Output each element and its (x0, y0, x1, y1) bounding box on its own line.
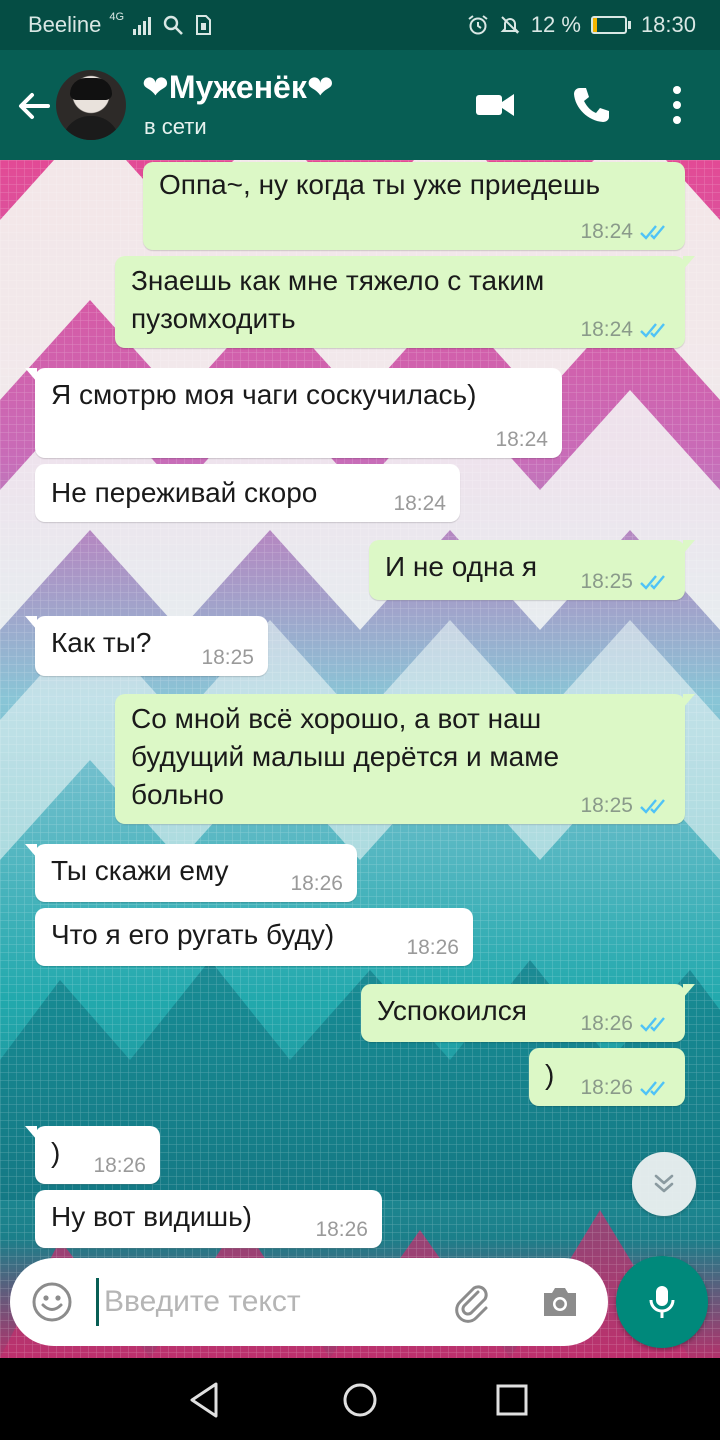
message-time: 18:26 (93, 1154, 146, 1177)
message-time: 18:24 (495, 428, 548, 451)
message-time: 18:26 (580, 1012, 633, 1035)
read-ticks-icon (640, 575, 665, 590)
contact-status: в сети (144, 114, 207, 139)
system-nav-bar (0, 1358, 720, 1440)
search-icon (163, 15, 183, 35)
message-bubble-outgoing[interactable]: И не одна я 18:25 (369, 540, 695, 600)
message-bubble-incoming[interactable]: Я смотрю моя чаги соскучилась) 18:24 (25, 368, 562, 458)
mic-icon (649, 1286, 675, 1318)
message-time: 18:26 (406, 936, 459, 959)
voice-message-button[interactable] (616, 1256, 708, 1348)
avatar[interactable] (56, 70, 126, 140)
message-text: Оппа~, ну когда ты уже приедешь (159, 169, 601, 200)
mute-icon (500, 16, 520, 34)
read-ticks-icon (640, 323, 665, 338)
chevron-double-down-icon (654, 1174, 674, 1193)
message-text: Со мной всё хорошо, а вот наш (131, 703, 542, 734)
message-bubble-outgoing[interactable]: ) 18:26 (529, 1048, 685, 1106)
nav-recent-icon[interactable] (490, 1378, 534, 1422)
message-bubble-outgoing[interactable]: Знаешь как мне тяжело с таким пузомходит… (115, 256, 695, 348)
message-text: пузомходить (131, 303, 296, 334)
signal-icon (133, 17, 152, 35)
read-ticks-icon (640, 1017, 665, 1032)
phone-icon[interactable] (566, 80, 616, 130)
camera-icon[interactable] (538, 1280, 582, 1324)
attach-icon[interactable] (450, 1280, 494, 1324)
status-bar: Beeline 4G 12 % 18:30 (0, 0, 720, 50)
message-time: 18:26 (315, 1218, 368, 1241)
video-call-icon[interactable] (470, 80, 520, 130)
scroll-to-bottom-button[interactable] (632, 1152, 696, 1216)
message-time: 18:25 (580, 794, 633, 817)
read-ticks-icon (640, 225, 665, 240)
message-text: Я смотрю моя чаги соскучилась) (51, 379, 477, 410)
message-bubble-outgoing[interactable]: Успокоился 18:26 (361, 984, 695, 1042)
message-text: больно (131, 779, 224, 810)
read-ticks-icon (640, 799, 665, 814)
message-bubble-incoming[interactable]: Ну вот видишь) 18:26 (35, 1190, 382, 1248)
back-arrow-icon[interactable] (12, 84, 56, 128)
battery-percent: 12 % (530, 12, 581, 37)
emoji-icon[interactable] (30, 1280, 74, 1324)
message-time: 18:24 (580, 318, 633, 341)
battery-icon (590, 16, 631, 34)
more-vertical-icon[interactable] (652, 80, 702, 130)
sim-icon (196, 15, 212, 35)
message-text: Ну вот видишь) (51, 1201, 252, 1232)
message-bubble-incoming[interactable]: Как ты? 18:25 (25, 616, 268, 676)
message-text: Ты скажи ему (51, 855, 229, 886)
message-bubble-incoming[interactable]: ) 18:26 (25, 1126, 160, 1184)
status-time: 18:30 (640, 12, 696, 37)
message-text: Не переживай скоро (51, 477, 318, 508)
read-ticks-icon (640, 1081, 665, 1096)
message-time: 18:25 (580, 570, 633, 593)
message-text: ) (545, 1059, 555, 1090)
text-cursor (96, 1278, 99, 1326)
alarm-icon (468, 15, 488, 35)
nav-home-icon[interactable] (338, 1378, 382, 1422)
nav-back-icon[interactable] (184, 1378, 228, 1422)
message-bubble-incoming[interactable]: Ты скажи ему 18:26 (25, 844, 357, 902)
message-text: Что я его ругать буду) (51, 919, 335, 950)
contact-name[interactable]: ❤Муженёк❤ (142, 68, 334, 106)
message-text: ) (51, 1137, 61, 1168)
message-time: 18:24 (580, 220, 633, 243)
message-text: И не одна я (385, 551, 537, 582)
message-bubble-outgoing[interactable]: Со мной всё хорошо, а вот наш будущий ма… (115, 694, 695, 824)
message-time: 18:25 (201, 646, 254, 669)
message-text: будущий малыш дерётся и маме (131, 741, 560, 772)
message-text: Знаешь как мне тяжело с таким (131, 265, 545, 296)
message-time: 18:26 (290, 872, 343, 895)
carrier-label: Beeline (28, 12, 102, 37)
message-bubble-outgoing[interactable]: Оппа~, ну когда ты уже приедешь 18:24 (143, 162, 685, 250)
message-text: Как ты? (51, 627, 152, 658)
chat-area[interactable]: Оппа~, ну когда ты уже приедешь 18:24 Зн… (0, 160, 720, 1358)
message-compose-bar (10, 1258, 608, 1346)
message-time: 18:26 (580, 1076, 633, 1099)
message-bubble-incoming[interactable]: Что я его ругать буду) 18:26 (35, 908, 473, 966)
message-bubble-incoming[interactable]: Не переживай скоро 18:24 (35, 464, 460, 522)
network-type: 4G (109, 11, 125, 23)
message-input[interactable] (104, 1276, 434, 1328)
message-text: Успокоился (377, 995, 527, 1026)
chat-header: ❤Муженёк❤ в сети (0, 50, 720, 160)
message-time: 18:24 (393, 492, 446, 515)
